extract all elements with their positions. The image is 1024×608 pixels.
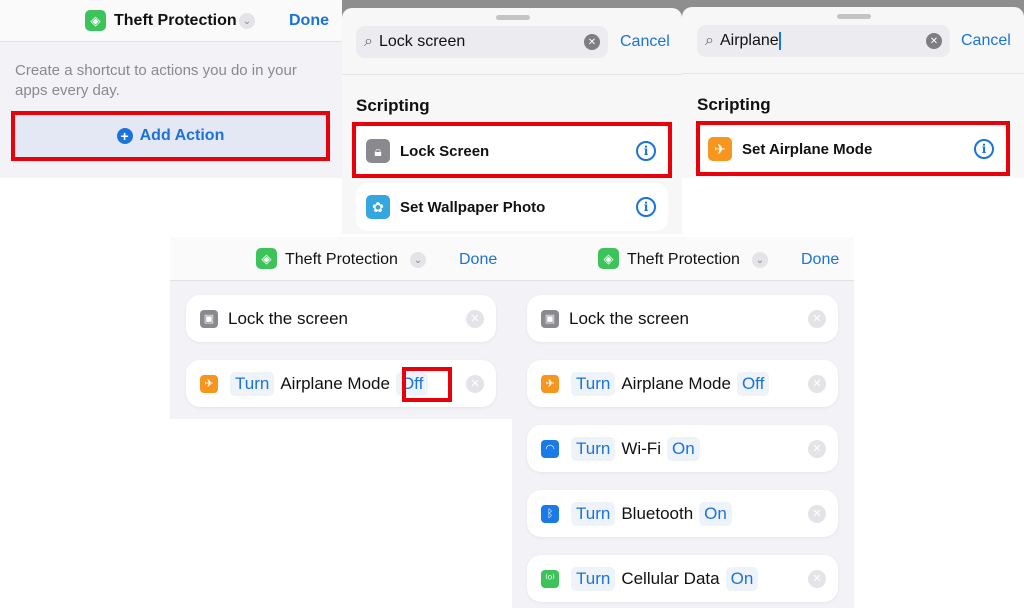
sheet-handle[interactable]: [496, 15, 530, 20]
shortcut-title[interactable]: Theft Protection: [285, 251, 398, 269]
header: ◈ Theft Protection ⌄ Done: [0, 0, 342, 42]
sheet: ⌕ Lock screen ✕ Cancel Scripting 🔒︎ Lock…: [342, 8, 682, 234]
action-label: Wi-Fi: [621, 438, 661, 458]
wifi-icon: ◠: [541, 439, 559, 458]
action-label: Lock the screen: [569, 308, 690, 328]
panel-search-lock: ⌕ Lock screen ✕ Cancel Scripting 🔒︎ Lock…: [342, 0, 682, 234]
action-lock-screen[interactable]: ▣ Lock the screen ✕: [527, 295, 838, 342]
state-token[interactable]: On: [666, 436, 700, 461]
action-label: Bluetooth: [621, 503, 694, 523]
action-label: Airplane Mode: [621, 373, 731, 393]
turn-token[interactable]: Turn: [571, 436, 616, 461]
remove-icon[interactable]: ✕: [808, 374, 826, 393]
turn-token[interactable]: Turn: [571, 501, 616, 526]
section-scripting: Scripting: [356, 96, 430, 115]
remove-icon[interactable]: ✕: [808, 504, 826, 523]
state-token[interactable]: On: [699, 501, 732, 526]
shortcut-title[interactable]: Theft Protection: [114, 12, 237, 30]
panel-actions-2: ◈ Theft Protection ⌄ Done ▣ Lock the scr…: [512, 237, 854, 608]
done-button[interactable]: Done: [801, 251, 839, 269]
sheet-handle[interactable]: [837, 14, 871, 19]
cellular-icon: ⁽ᵒ⁾: [541, 569, 559, 588]
cancel-button[interactable]: Cancel: [961, 32, 1011, 50]
header: ◈ Theft Protection ⌄ Done: [170, 237, 512, 281]
info-icon[interactable]: i: [636, 197, 656, 217]
shortcut-title[interactable]: Theft Protection: [627, 251, 740, 269]
turn-token[interactable]: Turn: [571, 371, 616, 396]
remove-icon[interactable]: ✕: [466, 374, 484, 393]
result-set-wallpaper[interactable]: ✿ Set Wallpaper Photo i: [356, 183, 668, 231]
remove-icon[interactable]: ✕: [808, 309, 826, 328]
turn-token[interactable]: Turn: [571, 566, 616, 591]
search-value: Airplane: [719, 32, 779, 49]
sheet: ⌕ Airplane ✕ Cancel Scripting ✈ Set Airp…: [682, 7, 1024, 178]
search-input[interactable]: ⌕ Lock screen ✕: [356, 26, 608, 58]
panel-actions-1: ◈ Theft Protection ⌄ Done ▣ Lock the scr…: [170, 237, 512, 419]
section-scripting: Scripting: [697, 95, 771, 114]
header: ◈ Theft Protection ⌄ Done: [512, 237, 854, 281]
search-value: Lock screen: [378, 33, 466, 50]
chevron-down-icon[interactable]: ⌄: [752, 252, 768, 268]
search-icon: ⌕: [364, 33, 373, 50]
shortcut-app-icon: ◈: [598, 248, 619, 269]
wallpaper-icon: ✿: [366, 195, 390, 219]
action-airplane-mode[interactable]: ✈ Turn Airplane Mode Off ✕: [527, 360, 838, 407]
action-lock-screen[interactable]: ▣ Lock the screen ✕: [186, 295, 496, 342]
chevron-down-icon[interactable]: ⌄: [410, 252, 426, 268]
remove-icon[interactable]: ✕: [808, 569, 826, 588]
action-bluetooth[interactable]: ᛒ Turn Bluetooth On ✕: [527, 490, 838, 537]
done-button[interactable]: Done: [289, 12, 329, 30]
text-cursor: [778, 32, 781, 50]
clear-icon[interactable]: ✕: [926, 33, 942, 49]
remove-icon[interactable]: ✕: [808, 439, 826, 458]
highlight-box: [352, 122, 672, 178]
clear-icon[interactable]: ✕: [584, 34, 600, 50]
result-label: Set Wallpaper Photo: [400, 198, 546, 216]
lock-icon: ▣: [200, 309, 218, 328]
lock-icon: ▣: [541, 309, 559, 328]
panel-search-airplane: ⌕ Airplane ✕ Cancel Scripting ✈ Set Airp…: [682, 0, 1024, 178]
search-icon: ⌕: [705, 32, 714, 49]
action-label: Lock the screen: [228, 308, 349, 328]
bluetooth-icon: ᛒ: [541, 504, 559, 523]
remove-icon[interactable]: ✕: [466, 309, 484, 328]
chevron-down-icon[interactable]: ⌄: [239, 13, 255, 29]
done-button[interactable]: Done: [459, 251, 497, 269]
hint-text: Create a shortcut to actions you do in y…: [15, 62, 297, 99]
divider: [342, 74, 682, 75]
panel-add-action: ◈ Theft Protection ⌄ Done Create a short…: [0, 0, 342, 178]
airplane-icon: ✈: [200, 374, 218, 393]
shortcut-app-icon: ◈: [85, 10, 106, 31]
action-label: Airplane Mode: [280, 373, 390, 393]
search-input[interactable]: ⌕ Airplane ✕: [697, 25, 950, 57]
highlight-box: [11, 111, 330, 161]
turn-token[interactable]: Turn: [230, 371, 275, 396]
action-wifi[interactable]: ◠ Turn Wi-Fi On ✕: [527, 425, 838, 472]
action-cellular-data[interactable]: ⁽ᵒ⁾ Turn Cellular Data On ✕: [527, 555, 838, 602]
highlight-box: [696, 121, 1010, 176]
action-label: Cellular Data: [621, 568, 720, 588]
airplane-icon: ✈: [541, 374, 559, 393]
divider: [682, 73, 1024, 74]
highlight-box: [402, 367, 452, 402]
state-token[interactable]: On: [725, 566, 759, 591]
cancel-button[interactable]: Cancel: [620, 33, 670, 51]
shortcut-app-icon: ◈: [256, 248, 277, 269]
state-token[interactable]: Off: [736, 371, 770, 396]
